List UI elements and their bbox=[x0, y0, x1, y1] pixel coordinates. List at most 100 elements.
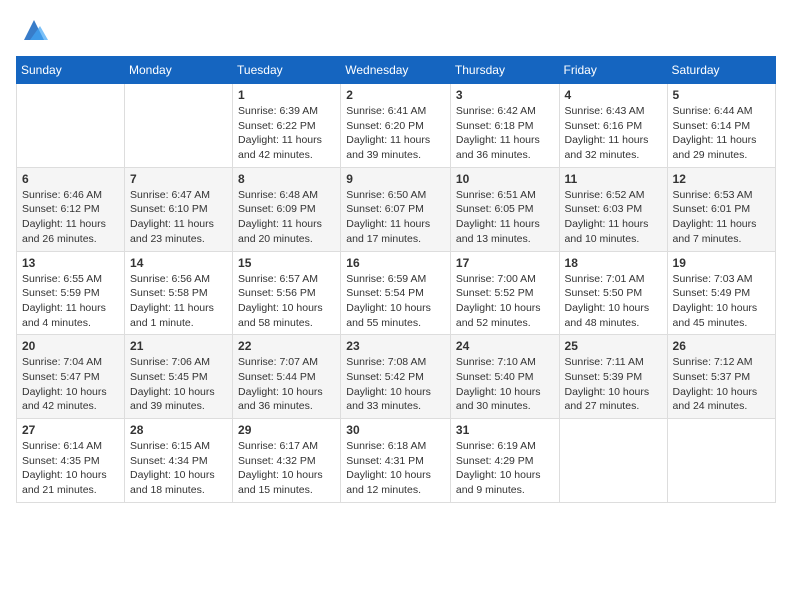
day-number: 31 bbox=[456, 423, 554, 437]
day-number: 27 bbox=[22, 423, 119, 437]
day-number: 3 bbox=[456, 88, 554, 102]
day-header-wednesday: Wednesday bbox=[341, 57, 451, 84]
day-info: Sunrise: 6:59 AMSunset: 5:54 PMDaylight:… bbox=[346, 272, 445, 331]
day-number: 14 bbox=[130, 256, 227, 270]
calendar-cell: 25Sunrise: 7:11 AMSunset: 5:39 PMDayligh… bbox=[559, 335, 667, 419]
calendar-cell: 13Sunrise: 6:55 AMSunset: 5:59 PMDayligh… bbox=[17, 251, 125, 335]
calendar-cell: 19 Sunrise: 7:03 AMSunset: 5:49 PMDayligh… bbox=[667, 251, 775, 335]
calendar-cell bbox=[667, 419, 775, 503]
calendar-cell: 1 Sunrise: 6:39 AMSunset: 6:22 PMDaylight… bbox=[233, 84, 341, 168]
day-info: Sunrise: 6:57 AMSunset: 5:56 PMDaylight:… bbox=[238, 272, 335, 331]
calendar-cell: 9Sunrise: 6:50 AMSunset: 6:07 PMDaylight… bbox=[341, 167, 451, 251]
day-info: Sunrise: 7:08 AMSunset: 5:42 PMDaylight:… bbox=[346, 355, 445, 414]
day-header-thursday: Thursday bbox=[450, 57, 559, 84]
calendar-cell: 2 Sunrise: 6:41 AMSunset: 6:20 PMDaylight… bbox=[341, 84, 451, 168]
day-info: Sunrise: 7:01 AMSunset: 5:50 PMDaylight:… bbox=[565, 272, 662, 331]
calendar-cell: 8Sunrise: 6:48 AMSunset: 6:09 PMDaylight… bbox=[233, 167, 341, 251]
day-number: 19 bbox=[673, 256, 770, 270]
calendar-header-row: SundayMondayTuesdayWednesdayThursdayFrid… bbox=[17, 57, 776, 84]
day-info: Sunrise: 6:17 AMSunset: 4:32 PMDaylight:… bbox=[238, 439, 335, 498]
day-number: 24 bbox=[456, 339, 554, 353]
day-number: 13 bbox=[22, 256, 119, 270]
day-info: Sunrise: 6:53 AMSunset: 6:01 PMDaylight:… bbox=[673, 188, 770, 247]
day-number: 20 bbox=[22, 339, 119, 353]
calendar-cell: 12 Sunrise: 6:53 AMSunset: 6:01 PMDayligh… bbox=[667, 167, 775, 251]
day-info: Sunrise: 6:39 AMSunset: 6:22 PMDaylight:… bbox=[238, 104, 335, 163]
calendar-cell: 22 Sunrise: 7:07 AMSunset: 5:44 PMDayligh… bbox=[233, 335, 341, 419]
calendar-week-1: 1 Sunrise: 6:39 AMSunset: 6:22 PMDaylight… bbox=[17, 84, 776, 168]
calendar-cell: 24 Sunrise: 7:10 AMSunset: 5:40 PMDayligh… bbox=[450, 335, 559, 419]
day-number: 7 bbox=[130, 172, 227, 186]
day-number: 29 bbox=[238, 423, 335, 437]
day-number: 22 bbox=[238, 339, 335, 353]
calendar-cell: 6 Sunrise: 6:46 AMSunset: 6:12 PMDaylight… bbox=[17, 167, 125, 251]
calendar-week-3: 13Sunrise: 6:55 AMSunset: 5:59 PMDayligh… bbox=[17, 251, 776, 335]
logo-icon bbox=[20, 16, 48, 44]
day-number: 26 bbox=[673, 339, 770, 353]
calendar-cell: 5Sunrise: 6:44 AMSunset: 6:14 PMDaylight… bbox=[667, 84, 775, 168]
calendar-cell: 20 Sunrise: 7:04 AMSunset: 5:47 PMDayligh… bbox=[17, 335, 125, 419]
calendar-cell: 11Sunrise: 6:52 AMSunset: 6:03 PMDayligh… bbox=[559, 167, 667, 251]
day-number: 1 bbox=[238, 88, 335, 102]
day-number: 30 bbox=[346, 423, 445, 437]
day-number: 15 bbox=[238, 256, 335, 270]
day-number: 12 bbox=[673, 172, 770, 186]
day-number: 4 bbox=[565, 88, 662, 102]
calendar-table: SundayMondayTuesdayWednesdayThursdayFrid… bbox=[16, 56, 776, 503]
calendar-cell: 15 Sunrise: 6:57 AMSunset: 5:56 PMDayligh… bbox=[233, 251, 341, 335]
day-number: 2 bbox=[346, 88, 445, 102]
day-info: Sunrise: 6:52 AMSunset: 6:03 PMDaylight:… bbox=[565, 188, 662, 247]
day-info: Sunrise: 7:10 AMSunset: 5:40 PMDaylight:… bbox=[456, 355, 554, 414]
calendar-cell: 3 Sunrise: 6:42 AMSunset: 6:18 PMDaylight… bbox=[450, 84, 559, 168]
day-number: 28 bbox=[130, 423, 227, 437]
calendar-cell: 23Sunrise: 7:08 AMSunset: 5:42 PMDayligh… bbox=[341, 335, 451, 419]
logo bbox=[16, 16, 48, 44]
day-info: Sunrise: 6:51 AMSunset: 6:05 PMDaylight:… bbox=[456, 188, 554, 247]
calendar-week-5: 27 Sunrise: 6:14 AMSunset: 4:35 PMDayligh… bbox=[17, 419, 776, 503]
day-number: 17 bbox=[456, 256, 554, 270]
calendar-cell: 10 Sunrise: 6:51 AMSunset: 6:05 PMDayligh… bbox=[450, 167, 559, 251]
day-info: Sunrise: 6:41 AMSunset: 6:20 PMDaylight:… bbox=[346, 104, 445, 163]
calendar-cell: 4 Sunrise: 6:43 AMSunset: 6:16 PMDaylight… bbox=[559, 84, 667, 168]
day-header-tuesday: Tuesday bbox=[233, 57, 341, 84]
day-info: Sunrise: 6:46 AMSunset: 6:12 PMDaylight:… bbox=[22, 188, 119, 247]
day-header-friday: Friday bbox=[559, 57, 667, 84]
calendar-cell: 7 Sunrise: 6:47 AMSunset: 6:10 PMDaylight… bbox=[125, 167, 233, 251]
day-info: Sunrise: 7:07 AMSunset: 5:44 PMDaylight:… bbox=[238, 355, 335, 414]
day-number: 6 bbox=[22, 172, 119, 186]
day-info: Sunrise: 6:14 AMSunset: 4:35 PMDaylight:… bbox=[22, 439, 119, 498]
day-info: Sunrise: 6:15 AMSunset: 4:34 PMDaylight:… bbox=[130, 439, 227, 498]
day-info: Sunrise: 7:03 AMSunset: 5:49 PMDaylight:… bbox=[673, 272, 770, 331]
calendar-cell: 31Sunrise: 6:19 AMSunset: 4:29 PMDayligh… bbox=[450, 419, 559, 503]
day-info: Sunrise: 7:04 AMSunset: 5:47 PMDaylight:… bbox=[22, 355, 119, 414]
calendar-cell bbox=[559, 419, 667, 503]
calendar-cell: 26 Sunrise: 7:12 AMSunset: 5:37 PMDayligh… bbox=[667, 335, 775, 419]
page: SundayMondayTuesdayWednesdayThursdayFrid… bbox=[0, 0, 792, 519]
calendar-cell: 16Sunrise: 6:59 AMSunset: 5:54 PMDayligh… bbox=[341, 251, 451, 335]
day-info: Sunrise: 6:47 AMSunset: 6:10 PMDaylight:… bbox=[130, 188, 227, 247]
calendar-cell: 28 Sunrise: 6:15 AMSunset: 4:34 PMDayligh… bbox=[125, 419, 233, 503]
day-number: 8 bbox=[238, 172, 335, 186]
calendar-cell: 18 Sunrise: 7:01 AMSunset: 5:50 PMDayligh… bbox=[559, 251, 667, 335]
day-header-saturday: Saturday bbox=[667, 57, 775, 84]
calendar-cell bbox=[17, 84, 125, 168]
calendar-week-2: 6 Sunrise: 6:46 AMSunset: 6:12 PMDaylight… bbox=[17, 167, 776, 251]
day-info: Sunrise: 6:44 AMSunset: 6:14 PMDaylight:… bbox=[673, 104, 770, 163]
day-header-monday: Monday bbox=[125, 57, 233, 84]
day-info: Sunrise: 7:06 AMSunset: 5:45 PMDaylight:… bbox=[130, 355, 227, 414]
day-info: Sunrise: 6:43 AMSunset: 6:16 PMDaylight:… bbox=[565, 104, 662, 163]
day-number: 10 bbox=[456, 172, 554, 186]
day-info: Sunrise: 7:12 AMSunset: 5:37 PMDaylight:… bbox=[673, 355, 770, 414]
day-info: Sunrise: 7:00 AMSunset: 5:52 PMDaylight:… bbox=[456, 272, 554, 331]
calendar-cell: 14 Sunrise: 6:56 AMSunset: 5:58 PMDayligh… bbox=[125, 251, 233, 335]
day-number: 25 bbox=[565, 339, 662, 353]
calendar-cell: 17 Sunrise: 7:00 AMSunset: 5:52 PMDayligh… bbox=[450, 251, 559, 335]
header bbox=[16, 16, 776, 44]
calendar-cell bbox=[125, 84, 233, 168]
day-number: 18 bbox=[565, 256, 662, 270]
day-number: 21 bbox=[130, 339, 227, 353]
day-info: Sunrise: 6:42 AMSunset: 6:18 PMDaylight:… bbox=[456, 104, 554, 163]
calendar-cell: 27 Sunrise: 6:14 AMSunset: 4:35 PMDayligh… bbox=[17, 419, 125, 503]
day-info: Sunrise: 6:50 AMSunset: 6:07 PMDaylight:… bbox=[346, 188, 445, 247]
day-info: Sunrise: 6:56 AMSunset: 5:58 PMDaylight:… bbox=[130, 272, 227, 331]
